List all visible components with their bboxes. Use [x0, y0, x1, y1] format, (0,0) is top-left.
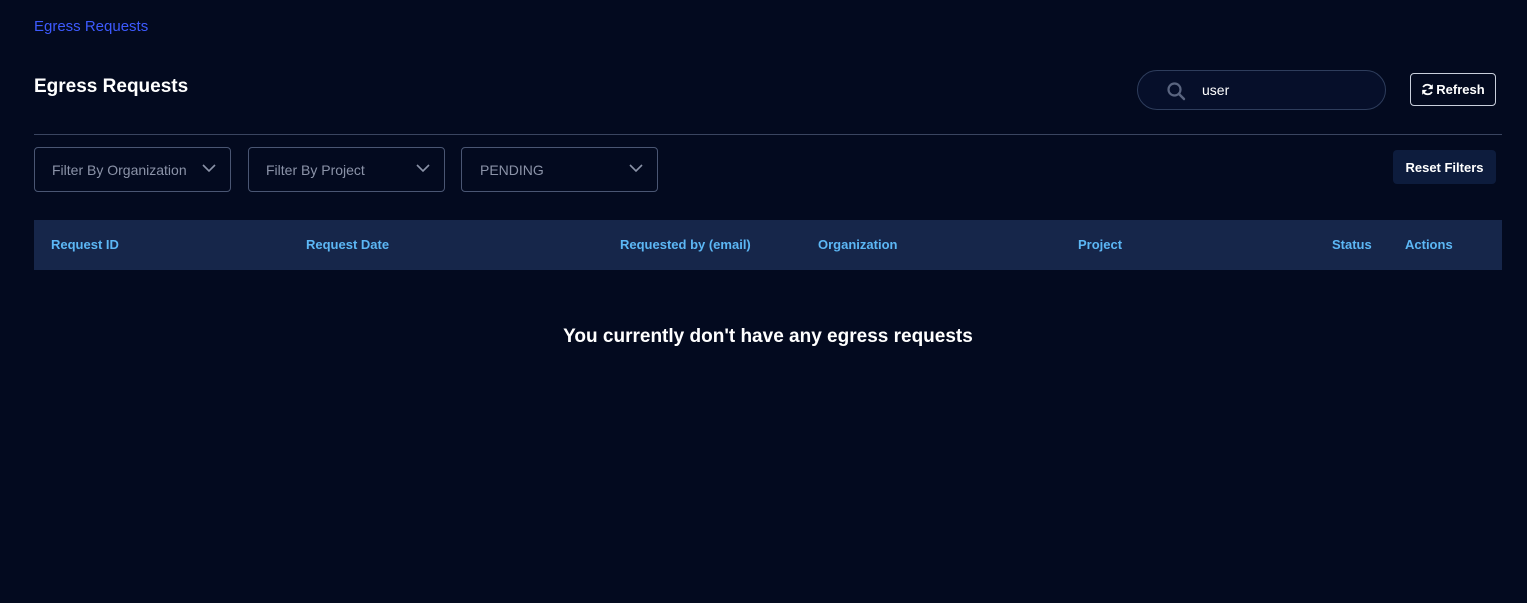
- reset-filters-button[interactable]: Reset Filters: [1393, 150, 1496, 184]
- column-header-organization[interactable]: Organization: [818, 237, 897, 252]
- column-header-requested-by[interactable]: Requested by (email): [620, 237, 751, 252]
- column-header-request-date[interactable]: Request Date: [306, 237, 389, 252]
- divider: [34, 134, 1502, 135]
- project-filter-label: Filter By Project: [266, 162, 365, 178]
- search-input[interactable]: [1202, 79, 1372, 101]
- refresh-button[interactable]: Refresh: [1410, 73, 1496, 106]
- table-header: Request ID Request Date Requested by (em…: [34, 220, 1502, 270]
- empty-state-message: You currently don't have any egress requ…: [563, 326, 973, 347]
- status-filter-value: PENDING: [480, 162, 544, 178]
- column-header-actions: Actions: [1405, 237, 1453, 252]
- status-filter-select[interactable]: PENDING: [461, 147, 658, 192]
- refresh-button-label: Refresh: [1436, 82, 1485, 97]
- search-icon: [1167, 82, 1186, 101]
- chevron-down-icon: [416, 164, 430, 173]
- refresh-icon: [1422, 83, 1434, 96]
- page-title: Egress Requests: [34, 76, 189, 97]
- project-filter-select[interactable]: Filter By Project: [248, 147, 445, 192]
- organization-filter-label: Filter By Organization: [52, 162, 187, 178]
- breadcrumb[interactable]: Egress Requests: [34, 18, 148, 35]
- column-header-status[interactable]: Status: [1332, 237, 1372, 252]
- organization-filter-select[interactable]: Filter By Organization: [34, 147, 231, 192]
- column-header-request-id[interactable]: Request ID: [51, 237, 119, 252]
- column-header-project[interactable]: Project: [1078, 237, 1122, 252]
- chevron-down-icon: [629, 164, 643, 173]
- search-box[interactable]: [1137, 70, 1386, 110]
- chevron-down-icon: [202, 164, 216, 173]
